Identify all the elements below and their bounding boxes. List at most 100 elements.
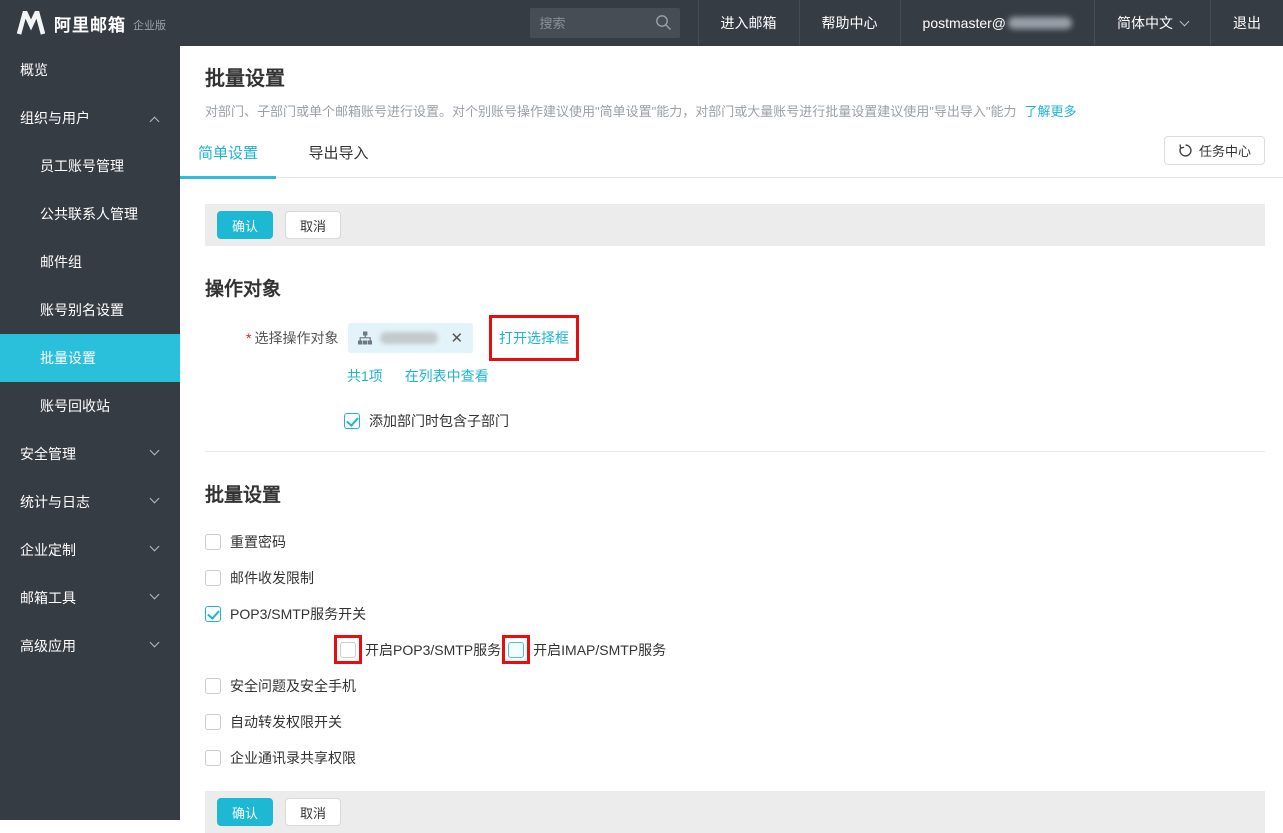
sidebar-item-label: 邮箱工具: [20, 590, 76, 606]
search-icon[interactable]: [655, 14, 672, 31]
include-subdept-row: 添加部门时包含子部门: [344, 412, 1265, 430]
sidebar-item-security-mgmt[interactable]: 安全管理: [0, 430, 180, 478]
option-row-security-question: 安全问题及安全手机: [205, 677, 1265, 695]
sidebar-item-label: 企业定制: [20, 542, 76, 558]
cancel-button-top[interactable]: 取消: [285, 211, 342, 239]
option-label: 邮件收发限制: [230, 570, 314, 586]
tab-bar: 简单设置 导出导入 任务中心: [180, 133, 1283, 179]
redacted-department-name: [380, 332, 439, 344]
select-target-label: 选择操作对象: [254, 330, 339, 346]
action-bar-top: 确认 取消: [205, 204, 1265, 246]
redacted-account-domain: [1008, 17, 1072, 29]
view-in-list-link[interactable]: 在列表中查看: [405, 368, 489, 384]
auto-forward-checkbox[interactable]: [205, 714, 221, 730]
pop3-checkbox-wrap: [334, 635, 362, 664]
pop3-imap-suboptions-row: 开启POP3/SMTP服务 开启IMAP/SMTP服务: [334, 635, 1265, 664]
sidebar-item-enterprise-custom[interactable]: 企业定制: [0, 526, 180, 574]
chevron-up-icon: [149, 116, 160, 127]
alimail-logo-icon: [16, 11, 46, 35]
required-mark: *: [246, 330, 252, 346]
section-title-batch: 批量设置: [205, 485, 282, 506]
chevron-down-icon: [149, 589, 160, 600]
option-label: POP3/SMTP服务开关: [230, 606, 367, 622]
brand-logo: 阿里邮箱 企业版: [0, 11, 166, 36]
sidebar-item-label: 组织与用户: [20, 110, 90, 126]
section-title-target: 操作对象: [205, 279, 282, 300]
sidebar-item-batch-settings[interactable]: 批量设置: [0, 334, 180, 382]
sidebar-item-label: 安全管理: [20, 446, 76, 462]
confirm-button-top[interactable]: 确认: [217, 211, 274, 239]
content-area: 确认 取消 操作对象 * 选择操作对象 ✕ 打开选择框 共1项 在列表中查看 添…: [180, 204, 1283, 833]
task-center-label: 任务中心: [1198, 144, 1251, 159]
action-bar-bottom: 确认 取消: [205, 791, 1265, 833]
top-header: 阿里邮箱 企业版 进入邮箱 帮助中心 postmaster@ 简体中文 退出: [0, 0, 1283, 46]
sidebar-item-mail-groups[interactable]: 邮件组: [0, 238, 180, 286]
cancel-button-bottom[interactable]: 取消: [285, 798, 342, 826]
enable-imap-smtp-checkbox[interactable]: [508, 642, 525, 658]
selected-count-text: 共1项: [347, 368, 383, 384]
select-target-row: * 选择操作对象 ✕ 打开选择框: [205, 315, 1265, 361]
sidebar-item-label: 统计与日志: [20, 494, 90, 510]
nav-account[interactable]: postmaster@: [899, 0, 1094, 46]
brand-name: 阿里邮箱: [54, 15, 126, 35]
option-row-pop3-smtp-switch: POP3/SMTP服务开关: [205, 605, 1265, 623]
nav-language[interactable]: 简体中文: [1094, 0, 1210, 46]
sidebar-item-account-recycle[interactable]: 账号回收站: [0, 382, 180, 430]
header-search: [529, 8, 680, 38]
sidebar-item-org-users[interactable]: 组织与用户: [0, 94, 180, 142]
option-label: 企业通讯录共享权限: [230, 750, 356, 766]
pop3-smtp-switch-checkbox[interactable]: [205, 606, 221, 622]
chevron-down-icon: [149, 445, 160, 456]
sidebar-item-stats-logs[interactable]: 统计与日志: [0, 478, 180, 526]
include-subdept-label: 添加部门时包含子部门: [369, 413, 509, 429]
chevron-down-icon: [149, 493, 160, 504]
chevron-down-icon: [149, 637, 160, 648]
header-nav: 进入邮箱 帮助中心 postmaster@ 简体中文 退出: [697, 0, 1283, 46]
suboption-label: 开启IMAP/SMTP服务: [533, 642, 667, 658]
remove-target-icon[interactable]: ✕: [450, 331, 463, 346]
option-label: 重置密码: [230, 534, 286, 550]
enable-pop3-smtp-checkbox[interactable]: [340, 642, 356, 658]
chevron-down-icon: [149, 541, 160, 552]
task-center-button[interactable]: 任务中心: [1163, 136, 1265, 165]
mail-limit-checkbox[interactable]: [205, 570, 221, 586]
nav-help-center[interactable]: 帮助中心: [798, 0, 900, 46]
option-row-reset-password: 重置密码: [205, 533, 1265, 551]
nav-logout[interactable]: 退出: [1210, 0, 1283, 46]
main-content: 批量设置 对部门、子部门或单个邮箱账号进行设置。对个别账号操作建议使用"简单设置…: [180, 46, 1283, 833]
tab-export-import[interactable]: 导出导入: [290, 133, 386, 178]
open-selector-link[interactable]: 打开选择框: [499, 330, 569, 346]
task-center-icon: [1179, 144, 1192, 157]
sidebar-item-advanced-apps[interactable]: 高级应用: [0, 622, 180, 670]
section-divider: [205, 451, 1265, 452]
confirm-button-bottom[interactable]: 确认: [217, 798, 274, 826]
sidebar-item-staff-accounts[interactable]: 员工账号管理: [0, 142, 180, 190]
selected-target-tag: ✕: [348, 323, 474, 353]
suboption-imap: 开启IMAP/SMTP服务: [502, 635, 667, 664]
sidebar-item-public-contacts[interactable]: 公共联系人管理: [0, 190, 180, 238]
sidebar-item-mail-tools[interactable]: 邮箱工具: [0, 574, 180, 622]
page-description-text: 对部门、子部门或单个邮箱账号进行设置。对个别账号操作建议使用"简单设置"能力，对…: [205, 104, 1017, 119]
account-prefix: postmaster@: [922, 15, 1006, 31]
include-subdept-checkbox[interactable]: [344, 413, 360, 429]
reset-password-checkbox[interactable]: [205, 534, 221, 550]
security-question-checkbox[interactable]: [205, 678, 221, 694]
sidebar-item-overview[interactable]: 概览: [0, 46, 180, 94]
tab-simple-settings[interactable]: 简单设置: [180, 133, 277, 179]
option-label: 安全问题及安全手机: [230, 678, 356, 694]
option-row-mail-limit: 邮件收发限制: [205, 569, 1265, 587]
suboption-pop3: 开启POP3/SMTP服务: [334, 635, 501, 664]
nav-enter-mailbox[interactable]: 进入邮箱: [697, 0, 799, 46]
imap-checkbox-wrap: [502, 635, 531, 664]
option-row-contact-share: 企业通讯录共享权限: [205, 749, 1265, 767]
option-label: 自动转发权限开关: [230, 714, 342, 730]
sidebar-item-alias-settings[interactable]: 账号别名设置: [0, 286, 180, 334]
sidebar-item-label: 高级应用: [20, 638, 76, 654]
option-row-auto-forward: 自动转发权限开关: [205, 713, 1265, 731]
page-description: 对部门、子部门或单个邮箱账号进行设置。对个别账号操作建议使用"简单设置"能力，对…: [205, 101, 1283, 120]
page-title: 批量设置: [205, 68, 285, 90]
language-label: 简体中文: [1117, 15, 1173, 31]
open-selector-wrap: 打开选择框: [489, 315, 580, 361]
learn-more-link[interactable]: 了解更多: [1024, 104, 1076, 119]
contact-share-checkbox[interactable]: [205, 750, 221, 766]
